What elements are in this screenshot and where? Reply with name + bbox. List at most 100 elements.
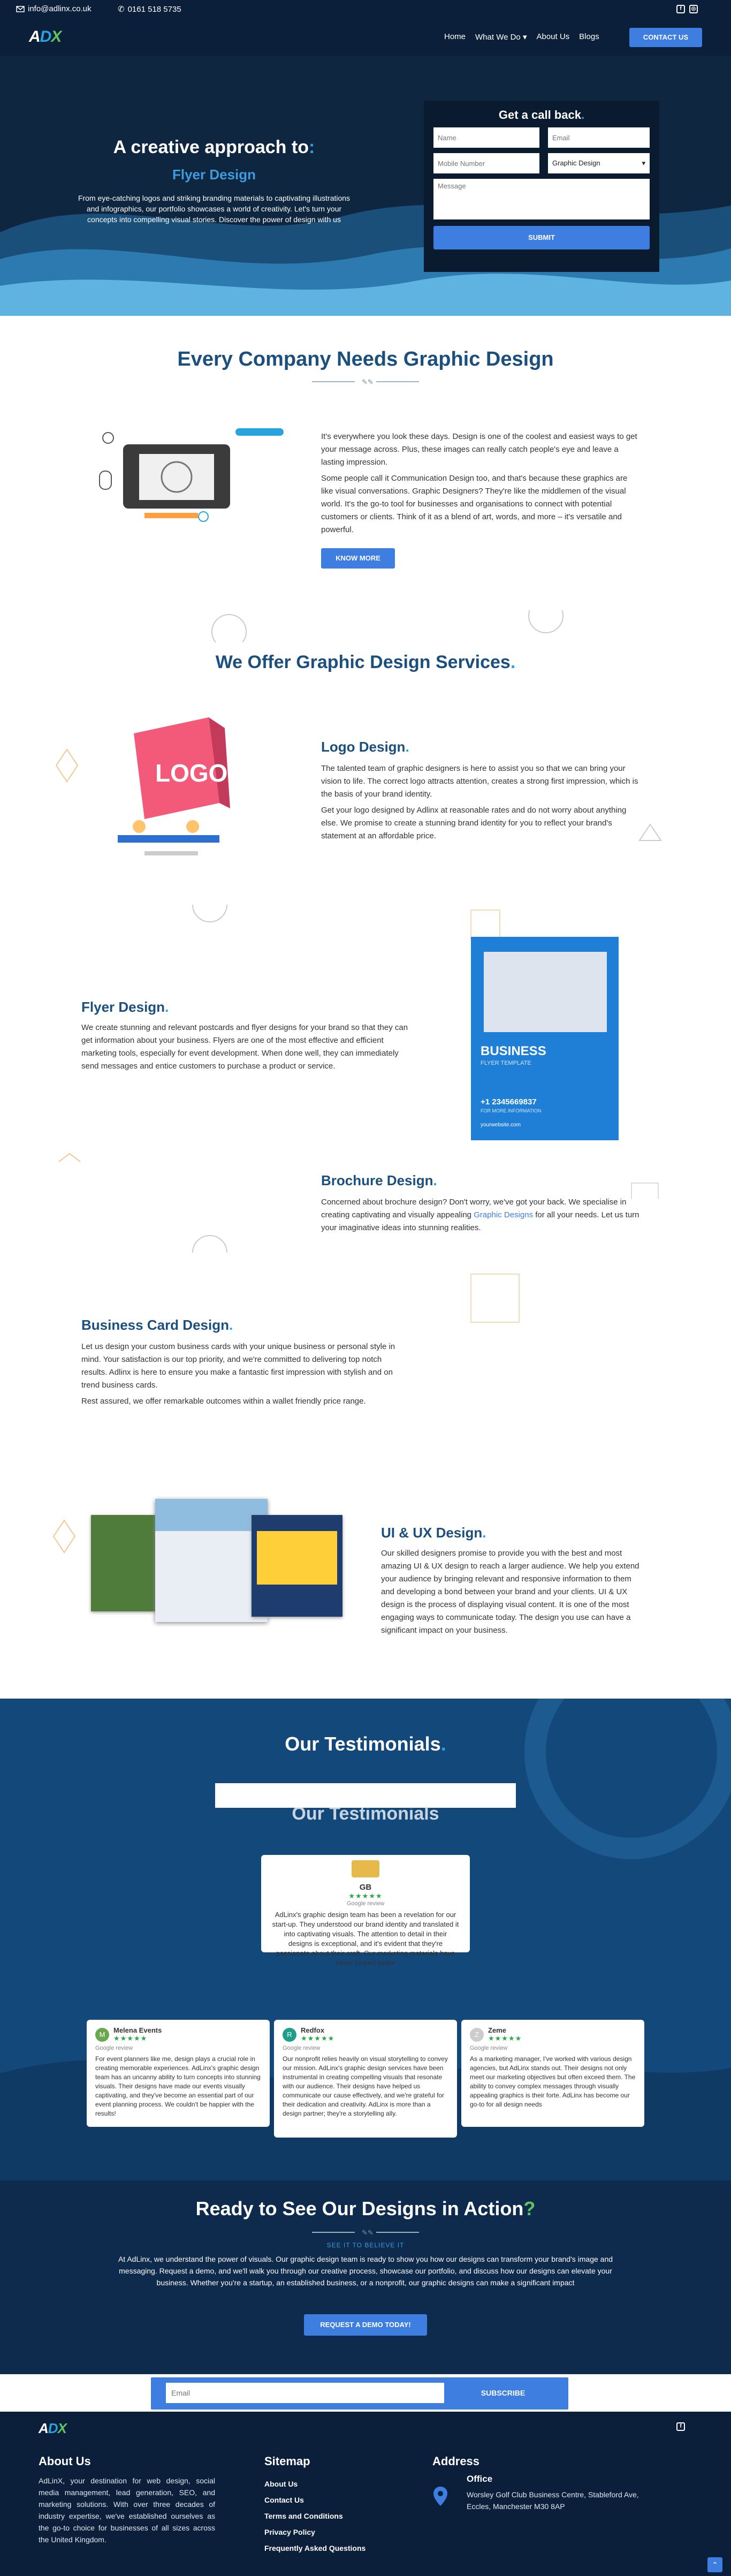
featured-review-text: AdLinx's graphic design team has been a …: [272, 1911, 459, 1967]
hero-title: A creative approach to:: [75, 137, 353, 158]
newsletter-bar: SUBSCRIBE: [0, 2374, 731, 2412]
newsletter-email-input[interactable]: [166, 2383, 444, 2403]
flyer-art-url: yourwebsite.com: [481, 1122, 521, 1128]
featured-testimonial-card: GB ★★★★★ Google review AdLinx's graphic …: [261, 1855, 470, 1967]
request-demo-button[interactable]: REQUEST A DEMO TODAY!: [304, 2314, 427, 2336]
footer: ADX f About Us AdLinX, your destination …: [0, 2412, 731, 2576]
contact-us-button[interactable]: CONTACT US: [629, 28, 702, 47]
cta-title: Ready to See Our Designs in Action?: [0, 2198, 731, 2220]
flyer-art-more: FOR MORE INFORMATION: [481, 1108, 542, 1113]
pen-nib-icon: ✎✎: [362, 2229, 374, 2237]
logo-a: A: [29, 28, 41, 46]
mockup-right-panel: [257, 1531, 337, 1585]
business-card-paragraph-1: Let us design your custom business cards…: [81, 1342, 395, 1390]
logo-d: D: [40, 28, 52, 46]
scroll-to-top-button[interactable]: ⌃: [707, 2557, 722, 2572]
footer-link-terms[interactable]: Terms and Conditions: [264, 2508, 366, 2524]
avatar: Z: [470, 2027, 484, 2042]
footer-link-about[interactable]: About Us: [264, 2476, 366, 2492]
nav-home[interactable]: Home: [444, 32, 466, 42]
review-text: For event planners like me, design plays…: [95, 2055, 261, 2117]
navbar: ADX Home What We Do ▾ About Us Blogs CON…: [0, 18, 731, 56]
footer-sitemap-title: Sitemap: [264, 2454, 310, 2468]
chevron-down-icon[interactable]: ▾: [642, 153, 645, 173]
contact-email[interactable]: info@adlinx.co.uk: [16, 4, 92, 13]
mobile-input[interactable]: [433, 153, 539, 173]
facebook-icon[interactable]: f: [676, 5, 685, 13]
email-text[interactable]: info@adlinx.co.uk: [28, 4, 92, 13]
business-card-title-text: Business Card Design: [81, 1317, 229, 1333]
form-title-text: Get a call back: [498, 108, 581, 122]
hero-subtitle: Flyer Design: [172, 166, 256, 183]
reviewer-name: Melena Events: [113, 2026, 162, 2034]
footer-address-title: Address: [432, 2454, 480, 2468]
nav-blogs[interactable]: Blogs: [579, 32, 599, 42]
flyer-art-subtitle: FLYER TEMPLATE: [481, 1060, 531, 1066]
subscribe-button[interactable]: SUBSCRIBE: [451, 2383, 555, 2403]
instagram-icon[interactable]: ◎: [689, 5, 698, 13]
testimonials-title: Our Testimonials.: [0, 1733, 731, 1755]
star-rating-icon: ★★★★★: [488, 2034, 522, 2042]
logo[interactable]: ADX: [29, 28, 62, 46]
chevron-down-icon[interactable]: ▾: [523, 33, 527, 42]
email-input[interactable]: [548, 127, 650, 148]
avatar: R: [283, 2027, 296, 2042]
location-pin-icon: [433, 2487, 447, 2506]
featured-reviewer-name: GB: [359, 1883, 372, 1892]
flyer-design-title: Flyer Design.: [81, 999, 169, 1016]
footer-sitemap-list: About Us Contact Us Terms and Conditions…: [264, 2476, 366, 2556]
star-rating-icon: ★★★★★: [348, 1892, 383, 1900]
nav-what-we-do-label[interactable]: What We Do: [475, 33, 521, 42]
service-select[interactable]: Graphic Design ▾: [548, 153, 650, 173]
nav-about[interactable]: About Us: [536, 32, 569, 42]
hero-description: From eye-catching logos and striking bra…: [78, 194, 351, 224]
services-title-dot: .: [510, 652, 516, 672]
uiux-design-title-text: UI & UX Design: [381, 1525, 483, 1541]
contact-phone[interactable]: ✆ 0161 518 5735: [118, 4, 181, 14]
flyer-paragraph: We create stunning and relevant postcard…: [81, 1023, 408, 1071]
facebook-icon[interactable]: f: [676, 2422, 685, 2431]
cta-title-q: ?: [523, 2198, 536, 2219]
star-rating-icon: ★★★★★: [113, 2034, 148, 2042]
review-source: Google review: [283, 2045, 321, 2051]
message-textarea[interactable]: [433, 179, 650, 219]
pen-nib-icon: ✎✎: [362, 378, 374, 386]
flyer-illustration: BUSINESS FLYER TEMPLATE +1 2345669837 FO…: [471, 937, 619, 1140]
cta-text: At AdLinx, we understand the power of vi…: [118, 2255, 613, 2287]
logo-design-title: Logo Design.: [321, 739, 409, 755]
review-source: Google review: [95, 2045, 133, 2051]
logo-design-title-dot: .: [405, 739, 409, 755]
testimonial-card: Z Zeme ★★★★★ Google review As a marketing…: [461, 2020, 644, 2127]
top-bar: info@adlinx.co.uk ✆ 0161 518 5735 f ◎: [0, 0, 731, 18]
flyer-art-title: BUSINESS: [481, 1044, 546, 1058]
hero-heading-block: A creative approach to: Flyer Design Fro…: [75, 137, 353, 225]
footer-link-contact[interactable]: Contact Us: [264, 2492, 366, 2508]
service-select-value[interactable]: Graphic Design: [552, 159, 600, 167]
nav-what-we-do[interactable]: What We Do ▾: [475, 32, 527, 42]
know-more-button[interactable]: KNOW MORE: [321, 548, 395, 569]
nav-links: Home What We Do ▾ About Us Blogs: [444, 32, 599, 42]
office-address: Worsley Golf Club Business Centre, Stabl…: [467, 2490, 639, 2511]
brochure-design-title-text: Brochure Design: [321, 1172, 433, 1188]
mail-icon: [16, 5, 25, 12]
footer-link-faq[interactable]: Frequently Asked Questions: [264, 2540, 366, 2556]
cta-title-text: Ready to See Our Designs in Action: [195, 2198, 524, 2219]
cta-separator: ✎✎: [312, 2229, 419, 2237]
mockup-right: [252, 1515, 342, 1617]
mockup-center-banner: [155, 1499, 268, 1531]
business-card-paragraph-2: Rest assured, we offer remarkable outcom…: [81, 1397, 366, 1406]
submit-button[interactable]: SUBMIT: [433, 226, 650, 249]
logo-illustration: LOGO: [118, 717, 230, 855]
logo-art-text: LOGO: [155, 759, 227, 787]
name-input[interactable]: [433, 127, 539, 148]
star-rating-icon: ★★★★★: [301, 2034, 335, 2042]
logo-x: X: [51, 28, 62, 46]
logo-paragraph-1: The talented team of graphic designers i…: [321, 764, 638, 799]
brochure-design-title-dot: .: [433, 1172, 437, 1188]
flyer-photo: [484, 952, 607, 1032]
hero-title-text: A creative approach to: [113, 137, 309, 157]
footer-logo[interactable]: ADX: [39, 2420, 67, 2437]
intro-title: Every Company Needs Graphic Design: [177, 348, 554, 370]
footer-link-privacy[interactable]: Privacy Policy: [264, 2524, 366, 2540]
phone-text[interactable]: 0161 518 5735: [128, 5, 181, 14]
